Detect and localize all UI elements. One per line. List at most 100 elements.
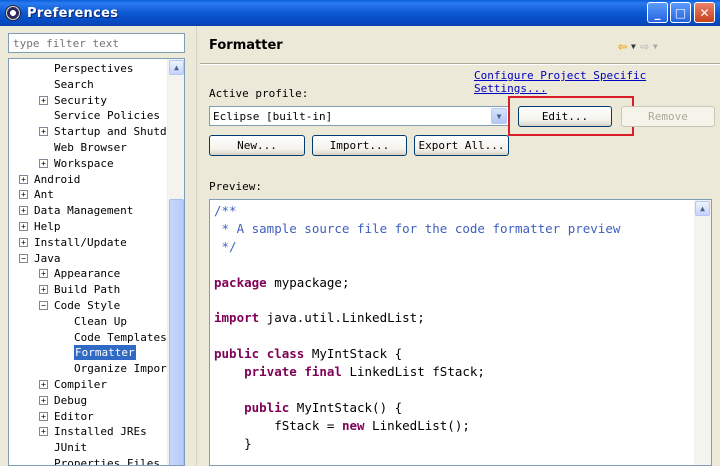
code-line: */ xyxy=(214,239,237,255)
code-line: fStack = new LinkedList(); xyxy=(214,418,470,434)
expand-icon[interactable]: + xyxy=(39,269,48,279)
tree-item[interactable]: Organize Import xyxy=(9,361,169,376)
tree-item-label: Help xyxy=(34,220,61,233)
export-all-button[interactable]: Export All... xyxy=(414,135,509,156)
tree-item[interactable]: + Startup and Shutdo xyxy=(9,124,169,139)
edit-button[interactable]: Edit... xyxy=(518,106,612,127)
expand-icon[interactable]: + xyxy=(39,158,48,168)
expand-icon[interactable]: + xyxy=(39,95,48,105)
code-line: private final LinkedList fStack; xyxy=(214,364,485,380)
tree-item-label: Installed JREs xyxy=(54,425,147,439)
tree-item[interactable]: + Build Path xyxy=(9,282,169,297)
expand-icon[interactable]: + xyxy=(19,174,28,184)
tree-item-label: Search xyxy=(54,77,94,91)
tree-item-label: Editor xyxy=(54,409,94,423)
expand-icon[interactable]: + xyxy=(39,411,48,421)
tree-item-label: Security xyxy=(54,93,107,107)
scroll-up-icon[interactable]: ▲ xyxy=(169,60,184,75)
tree-item[interactable]: Service Policies xyxy=(9,108,169,123)
expand-icon[interactable]: + xyxy=(19,190,28,200)
close-button[interactable]: ✕ xyxy=(694,2,715,23)
code-text: fStack = xyxy=(214,417,342,433)
tree-item[interactable]: JUnit xyxy=(9,440,169,455)
expand-icon[interactable]: + xyxy=(19,206,28,216)
code-keyword: public xyxy=(214,346,260,362)
tree-items: Perspectives Search + Security Service Polic… xyxy=(9,59,169,466)
tree-item[interactable]: + Android xyxy=(9,172,169,187)
expand-icon[interactable]: + xyxy=(39,127,48,137)
code-text: LinkedList(); xyxy=(364,417,470,433)
code-keyword: final xyxy=(304,364,342,380)
tree-item-label: Properties Files E xyxy=(54,457,169,466)
code-preview: /** * A sample source file for the code … xyxy=(209,199,712,466)
filter-input[interactable] xyxy=(8,33,185,53)
window-title: Preferences xyxy=(27,5,119,21)
tree-item[interactable]: − Code Style xyxy=(9,298,169,313)
maximize-button[interactable]: □ xyxy=(670,2,691,23)
page-title: Formatter xyxy=(209,38,283,53)
tree-item[interactable]: Code Templates xyxy=(9,330,169,345)
tree-item[interactable]: + Workspace xyxy=(9,156,169,171)
tree-item[interactable]: + Installed JREs xyxy=(9,424,169,439)
profile-value: Eclipse [built-in] xyxy=(213,110,333,123)
tree-item-label: Web Browser xyxy=(54,141,127,154)
code-keyword: import xyxy=(214,310,260,326)
chevron-down-icon[interactable]: ▼ xyxy=(491,108,507,124)
tree-item-label: Workspace xyxy=(54,156,114,170)
tree-item-label: Debug xyxy=(54,393,88,407)
expand-icon[interactable]: + xyxy=(19,237,28,247)
code-keyword: public xyxy=(244,399,290,415)
tree-item[interactable]: + Security xyxy=(9,93,169,108)
expand-icon[interactable]: + xyxy=(39,427,48,437)
scroll-thumb[interactable] xyxy=(169,199,184,465)
code-comment: * A sample source file for the code form… xyxy=(214,220,621,236)
tree-scrollbar[interactable]: ▲ xyxy=(167,59,184,465)
tree-item[interactable]: Clean Up xyxy=(9,314,169,329)
expand-icon[interactable]: + xyxy=(39,285,48,295)
tree-item[interactable]: + Data Management xyxy=(9,203,169,218)
collapse-icon[interactable]: − xyxy=(39,301,48,310)
minimize-button[interactable]: _ xyxy=(647,2,668,23)
tree-item[interactable]: + Help xyxy=(9,219,169,234)
tree-item-label: Formatter xyxy=(74,345,136,361)
tree-item[interactable]: Formatter xyxy=(9,345,169,361)
code-line: public class MyIntStack { xyxy=(214,346,402,362)
code-line: package mypackage; xyxy=(214,275,349,291)
expand-icon[interactable]: + xyxy=(39,380,48,389)
tree-item[interactable]: + Editor xyxy=(9,409,169,424)
tree-item[interactable]: + Debug xyxy=(9,393,169,408)
tree-item-label: JUnit xyxy=(54,441,88,455)
close-icon: ✕ xyxy=(699,5,710,20)
new-button[interactable]: New... xyxy=(209,135,305,156)
tree-item[interactable]: + Install/Update xyxy=(9,235,169,250)
tree-item[interactable]: − Java xyxy=(9,251,169,266)
code-text: mypackage; xyxy=(266,274,350,290)
tree-item[interactable]: + Ant xyxy=(9,187,169,202)
back-arrow-icon[interactable]: ⇦ xyxy=(618,39,627,54)
tree-item[interactable]: Properties Files E xyxy=(9,456,169,466)
scroll-up-icon[interactable]: ▲ xyxy=(695,201,710,216)
active-profile-select[interactable]: Eclipse [built-in] ▼ xyxy=(209,106,509,126)
remove-button[interactable]: Remove xyxy=(621,106,715,127)
tree-item[interactable]: Perspectives xyxy=(9,61,169,76)
tree-item[interactable]: + Compiler xyxy=(9,377,169,392)
back-dropdown-icon[interactable]: ▼ xyxy=(631,42,636,51)
expand-icon[interactable]: + xyxy=(19,222,28,231)
collapse-icon[interactable]: − xyxy=(19,253,28,263)
import-button[interactable]: Import... xyxy=(312,135,407,156)
tree-item[interactable]: Search xyxy=(9,77,169,92)
tree-item-label: Organize Import xyxy=(74,362,169,376)
title-bar[interactable]: Preferences _ □ ✕ xyxy=(0,0,720,26)
forward-arrow-icon[interactable]: ⇨ xyxy=(640,39,649,54)
tree-item[interactable]: Web Browser xyxy=(9,140,169,155)
tree-item[interactable]: + Appearance xyxy=(9,266,169,281)
preview-scrollbar[interactable]: ▲ xyxy=(694,200,711,465)
code-keyword: new xyxy=(341,417,365,433)
configure-project-settings-link[interactable]: Configure Project Specific Settings... xyxy=(474,69,720,95)
expand-icon[interactable]: + xyxy=(39,395,48,405)
code-line: } xyxy=(214,436,252,452)
forward-dropdown-icon[interactable]: ▼ xyxy=(653,42,658,51)
tree-item-label: Data Management xyxy=(34,204,134,218)
code-line: * A sample source file for the code form… xyxy=(214,220,621,237)
